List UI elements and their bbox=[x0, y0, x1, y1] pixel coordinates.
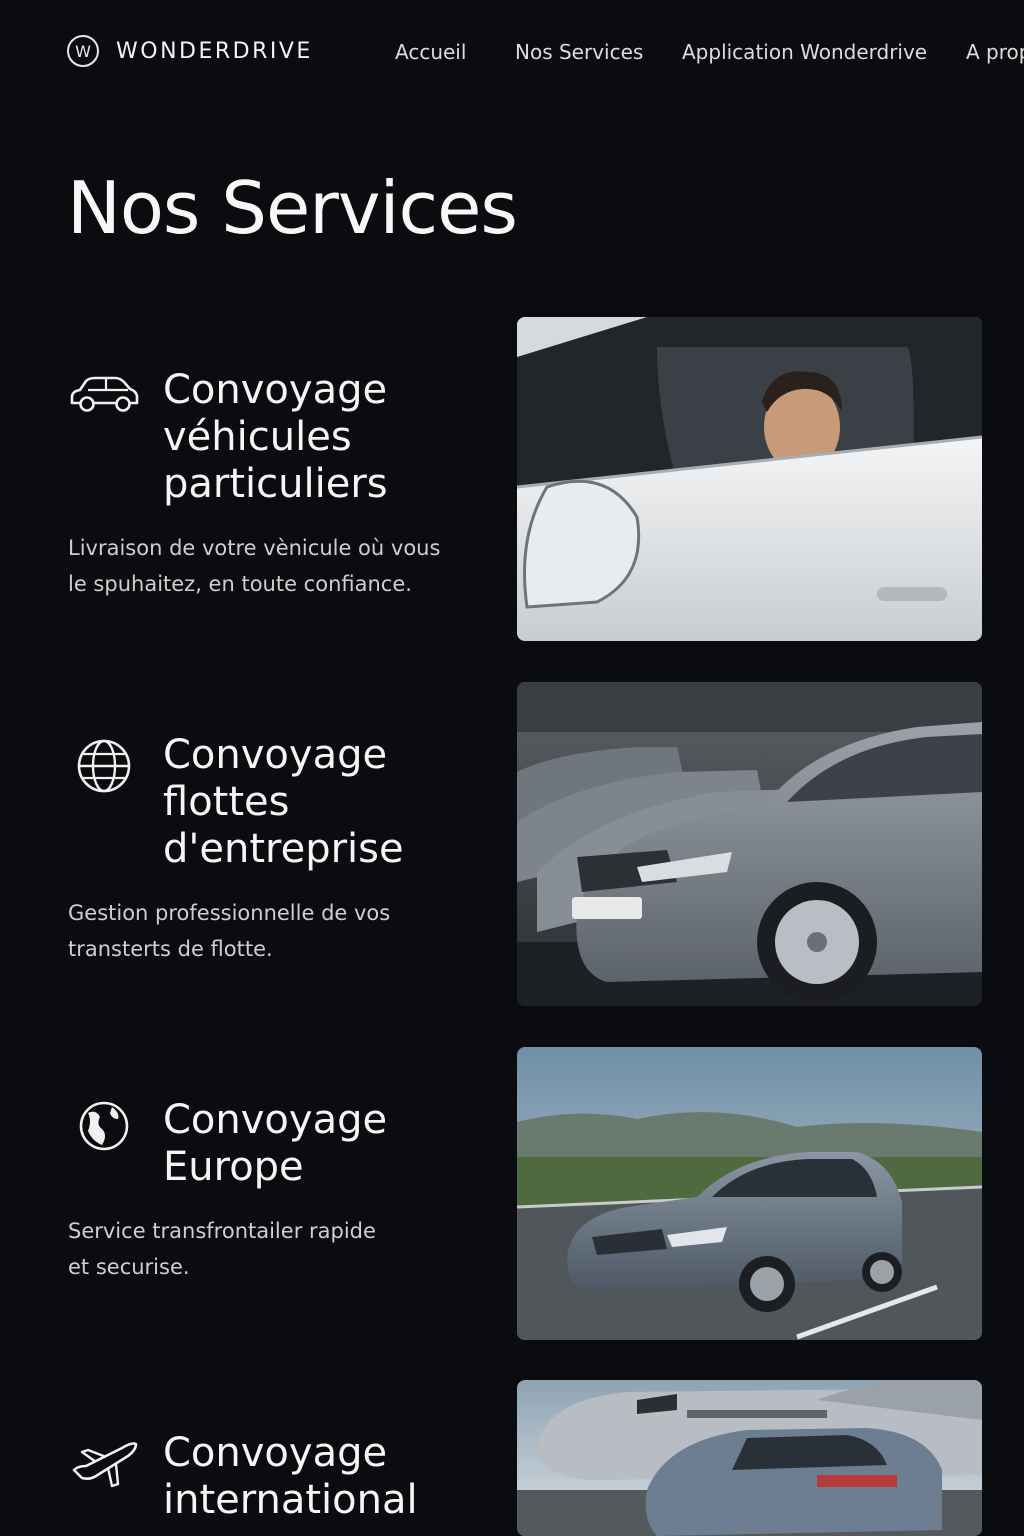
page-title: Nos Services bbox=[67, 166, 518, 250]
service-title-line: Europe bbox=[163, 1144, 304, 1190]
logo-mark-icon: W bbox=[67, 35, 99, 67]
service-title-line: particuliers bbox=[163, 461, 388, 507]
nav-link-nos-services[interactable]: Nos Services bbox=[515, 40, 643, 64]
service-image-fleet bbox=[517, 682, 982, 1006]
service-title: Convoyage flottes d'entreprise bbox=[163, 732, 483, 873]
nav-link-accueil[interactable]: Accueil bbox=[395, 40, 466, 64]
service-title-line: Convoyage bbox=[163, 367, 388, 413]
service-title: Convoyage international bbox=[163, 1430, 483, 1524]
service-title-line: international bbox=[163, 1477, 418, 1523]
service-desc-line: transterts de flotte. bbox=[68, 937, 273, 961]
service-image-airplane bbox=[517, 1380, 982, 1536]
brand-name: WONDERDRIVE bbox=[116, 38, 313, 64]
service-title-line: Convoyage bbox=[163, 732, 388, 778]
service-title: Convoyage véhicules particuliers bbox=[163, 367, 483, 508]
service-desc-line: le spuhaitez, en toute confiance. bbox=[68, 572, 412, 596]
service-image-highway bbox=[517, 1047, 982, 1340]
service-title-line: Convoyage bbox=[163, 1097, 388, 1143]
airplane-icon bbox=[68, 1432, 140, 1492]
service-desc-line: Service transfrontailer rapide bbox=[68, 1219, 376, 1243]
car-icon bbox=[68, 369, 140, 429]
nav-link-application[interactable]: Application Wonderdrive bbox=[682, 40, 927, 64]
service-title-line: Convoyage bbox=[163, 1430, 388, 1476]
service-desc-line: et securise. bbox=[68, 1255, 190, 1279]
service-description: Gestion professionnelle de vos transtert… bbox=[68, 895, 468, 967]
globe-icon bbox=[68, 737, 140, 797]
service-desc-line: Gestion professionnelle de vos bbox=[68, 901, 391, 925]
service-title: Convoyage Europe bbox=[163, 1097, 483, 1191]
service-desc-line: Livraison de votre vènicule où vous bbox=[68, 536, 441, 560]
site-header: W WONDERDRIVE Accueil Nos Services Appli… bbox=[0, 0, 1024, 108]
service-title-line: d'entreprise bbox=[163, 826, 404, 872]
service-title-line: véhicules bbox=[163, 414, 352, 460]
earth-icon bbox=[68, 1097, 140, 1157]
service-image-driver bbox=[517, 317, 982, 641]
nav-link-a-propos[interactable]: A prop bbox=[966, 40, 1024, 64]
service-description: Livraison de votre vènicule où vous le s… bbox=[68, 530, 468, 602]
service-title-line: flottes bbox=[163, 779, 290, 825]
service-description: Service transfrontailer rapide et securi… bbox=[68, 1213, 468, 1285]
services-page: W WONDERDRIVE Accueil Nos Services Appli… bbox=[0, 0, 1024, 1536]
brand-logo[interactable]: W WONDERDRIVE bbox=[67, 35, 313, 67]
